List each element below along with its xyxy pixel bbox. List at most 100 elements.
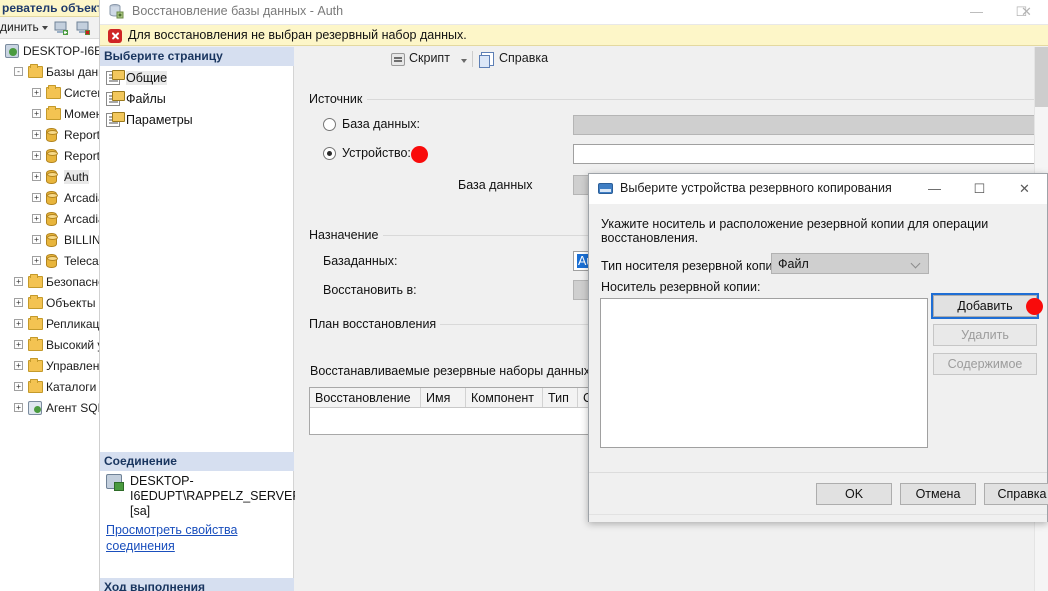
view-connection-properties-link[interactable]: Просмотреть свойства соединения xyxy=(106,522,281,554)
tree-node[interactable]: + Агент SQL Se xyxy=(0,398,100,419)
expand-icon[interactable]: + xyxy=(14,361,23,370)
device-dialog-titlebar: Выберите устройства резервного копирован… xyxy=(589,174,1047,204)
dialog-help-button[interactable]: Справка xyxy=(984,483,1048,505)
restore-database-icon xyxy=(109,4,125,19)
expand-icon[interactable]: + xyxy=(14,382,23,391)
tree-node-label: Telecaster xyxy=(64,254,100,268)
expand-icon[interactable]: + xyxy=(32,235,41,244)
tree-node[interactable]: + Высокий уро xyxy=(0,335,100,356)
tree-node[interactable]: + Arcadia94 xyxy=(0,188,100,209)
grid-column-header[interactable]: Тип xyxy=(543,388,578,407)
tree-node[interactable]: + Системны xyxy=(0,83,100,104)
tree-node[interactable]: + ReportSer xyxy=(0,146,100,167)
expand-icon[interactable]: + xyxy=(14,403,23,412)
dialog-separator xyxy=(589,472,1047,473)
tree-node-label: Каталоги слу xyxy=(46,380,100,394)
close-button[interactable]: ✕ xyxy=(1004,0,1048,24)
tree-node[interactable]: + Управление xyxy=(0,356,100,377)
tree-node[interactable]: + ReportSer xyxy=(0,125,100,146)
device-dialog-minimize-button[interactable]: — xyxy=(912,174,957,204)
backup-device-icon xyxy=(598,183,613,194)
folder-icon xyxy=(28,379,43,393)
tree-node[interactable]: - Базы данных xyxy=(0,62,100,83)
progress-header: Ход выполнения xyxy=(100,578,294,591)
expand-icon[interactable]: + xyxy=(32,88,41,97)
chevron-down-icon[interactable] xyxy=(42,26,48,30)
page-icon xyxy=(106,112,125,127)
disconnect-server-icon[interactable] xyxy=(76,20,92,36)
source-group-legend: Источник xyxy=(309,92,367,106)
tree-node-label: Высокий уро xyxy=(46,338,100,352)
source-database-combo[interactable] xyxy=(573,115,1048,135)
expand-icon[interactable]: + xyxy=(14,277,23,286)
contents-button[interactable]: Содержимое xyxy=(933,353,1037,375)
database-icon xyxy=(46,254,58,268)
tree-node[interactable]: + Каталоги слу xyxy=(0,377,100,398)
connect-dropdown-label[interactable]: динить xyxy=(0,20,39,34)
tree-node[interactable]: + Auth xyxy=(0,167,100,188)
expand-icon[interactable]: + xyxy=(32,151,41,160)
expand-icon[interactable]: + xyxy=(32,214,41,223)
connect-server-icon[interactable] xyxy=(54,20,70,36)
object-explorer-titlebar: реватель объектов xyxy=(0,0,100,17)
database-icon xyxy=(46,233,58,247)
media-type-combo[interactable]: Файл xyxy=(771,253,929,274)
source-database-radio[interactable] xyxy=(323,118,336,131)
tree-node[interactable]: + ArcadiaIn xyxy=(0,209,100,230)
chevron-down-icon[interactable] xyxy=(461,59,467,63)
page-selector-pane: Выберите страницу Общие Файлы Параметры Со… xyxy=(100,47,301,591)
device-dialog-close-button[interactable]: ✕ xyxy=(1002,174,1047,204)
chevron-down-icon xyxy=(910,258,921,269)
restore-window-title: Восстановление базы данных - Auth xyxy=(132,4,344,18)
page-item-label: Параметры xyxy=(126,113,193,127)
toolbar-divider xyxy=(472,51,473,67)
tree-node[interactable]: + Telecaster xyxy=(0,251,100,272)
device-dialog-description: Укажите носитель и расположение резервно… xyxy=(601,217,989,245)
object-explorer-title: реватель объектов xyxy=(2,1,100,15)
device-dialog-title: Выберите устройства резервного копирован… xyxy=(620,181,892,195)
expand-icon[interactable]: + xyxy=(32,193,41,202)
grid-column-header[interactable]: Компонент xyxy=(466,388,543,407)
tree-node[interactable]: + Репликация xyxy=(0,314,100,335)
expand-icon[interactable]: + xyxy=(32,256,41,265)
grid-column-header[interactable]: Имя xyxy=(421,388,466,407)
tree-node[interactable]: + Объекты сер xyxy=(0,293,100,314)
tree-node[interactable]: DESKTOP-I6EDUP xyxy=(0,41,100,62)
media-list-box[interactable] xyxy=(600,298,928,448)
sql-server-icon xyxy=(5,44,19,58)
page-icon xyxy=(106,70,125,85)
source-device-radio[interactable] xyxy=(323,147,336,160)
expand-icon[interactable]: + xyxy=(32,130,41,139)
tree-node[interactable]: + Безопасност xyxy=(0,272,100,293)
error-icon xyxy=(108,29,122,43)
red-dot-annotation-device xyxy=(411,146,428,163)
tree-node-label: Auth xyxy=(64,170,89,184)
grid-column-header[interactable]: Восстановление xyxy=(310,388,421,407)
device-dialog-maximize-button[interactable]: ☐ xyxy=(957,174,1002,204)
remove-button[interactable]: Удалить xyxy=(933,324,1037,346)
object-explorer-tree[interactable]: DESKTOP-I6EDUP- Базы данных + Системны + Моме… xyxy=(0,41,100,419)
select-backup-devices-dialog: Выберите устройства резервного копирован… xyxy=(588,173,1048,522)
tree-node-label: Безопасност xyxy=(46,275,100,289)
tree-node-label: ReportSer xyxy=(64,128,100,142)
restore-vertical-scrollbar-thumb[interactable] xyxy=(1035,47,1048,107)
expand-icon[interactable]: + xyxy=(14,319,23,328)
add-button[interactable]: Добавить xyxy=(931,293,1039,319)
minimize-button[interactable]: — xyxy=(954,0,999,24)
expand-icon[interactable]: + xyxy=(32,109,41,118)
source-device-input[interactable] xyxy=(573,144,1048,164)
plan-caption: Восстанавливаемые резервные наборы данны… xyxy=(310,364,594,378)
cancel-button[interactable]: Отмена xyxy=(900,483,976,505)
tree-node[interactable]: + Момента xyxy=(0,104,100,125)
folder-icon xyxy=(28,295,43,309)
tree-node[interactable]: + BILLING94 xyxy=(0,230,100,251)
tree-node-label: BILLING94 xyxy=(64,233,100,247)
ok-button[interactable]: OK xyxy=(816,483,892,505)
restore-toolbar: Скрипт Справка xyxy=(295,47,1048,73)
expand-icon[interactable]: + xyxy=(14,298,23,307)
expand-icon[interactable]: + xyxy=(14,340,23,349)
collapse-icon[interactable]: - xyxy=(14,67,23,76)
warning-bar: Для восстановления не выбран резервный н… xyxy=(100,24,1048,46)
tree-node-label: Управление xyxy=(46,359,100,373)
expand-icon[interactable]: + xyxy=(32,172,41,181)
